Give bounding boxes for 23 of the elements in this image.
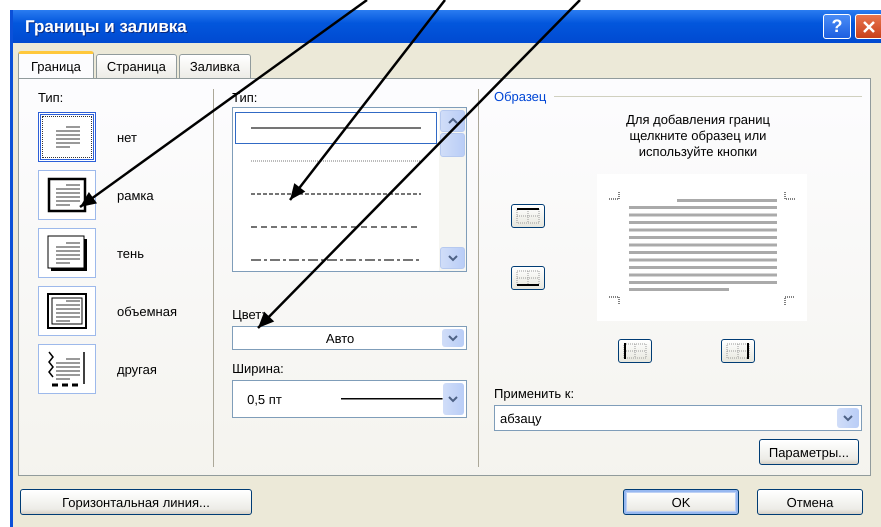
tab[interactable]: Страница [96, 54, 177, 78]
color-dropdown[interactable]: Авто [232, 326, 468, 350]
window-title: Границы и заливка [25, 16, 188, 36]
setting-label: тень [117, 246, 144, 260]
width-label: Ширина: [232, 360, 285, 377]
dialog-button[interactable]: OK [623, 489, 739, 515]
setting-label: объемная [117, 304, 177, 318]
setting-label: Тип: [38, 89, 64, 106]
width-dropdown[interactable]: 0,5 пт [232, 380, 468, 418]
apply-to-label: Применить к: [494, 385, 576, 402]
color-label: Цвет: [232, 306, 266, 323]
setting-label: рамка [117, 188, 154, 202]
tab[interactable]: Заливка [178, 54, 251, 78]
instruction-text: Для добавления границ щелкните образец или используйте кнопки [625, 112, 771, 160]
options-button[interactable]: Параметры... [758, 439, 859, 465]
apply-to-dropdown[interactable]: абзацу [494, 405, 862, 431]
help-button[interactable]: ? [823, 14, 851, 39]
dialog-button[interactable]: Горизонтальная линия... [20, 489, 252, 515]
tab[interactable]: Граница [18, 51, 94, 78]
setting-label: другая [117, 362, 157, 376]
setting-label: нет [117, 130, 137, 144]
group-title: Образец [494, 89, 546, 104]
dialog-button[interactable]: Отмена [757, 489, 863, 515]
